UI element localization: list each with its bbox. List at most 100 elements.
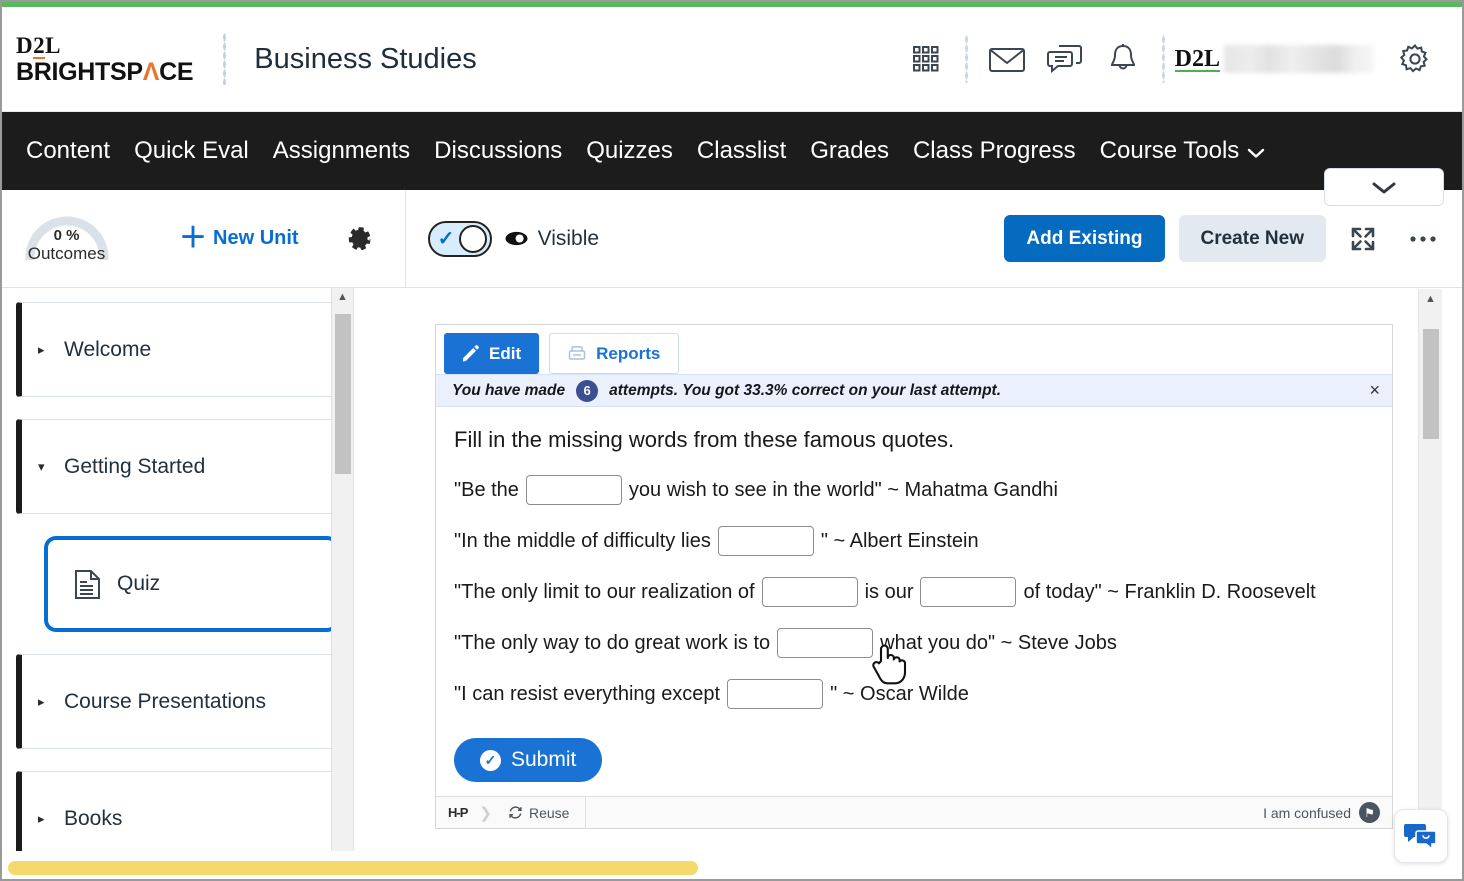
tab-edit[interactable]: Edit — [444, 333, 539, 374]
visibility-toggle[interactable]: ✓ — [428, 221, 492, 257]
collapse-panel-button[interactable] — [1324, 168, 1444, 206]
brightspace-page: D2L BRIGHTSPΛCE Business Studies — [0, 0, 1464, 881]
blank-input-5[interactable] — [727, 679, 823, 709]
blank-input-2[interactable] — [718, 526, 814, 556]
chevron-down-icon — [1371, 180, 1397, 195]
nav-label: Grades — [810, 137, 889, 165]
tab-reports[interactable]: Reports — [549, 333, 679, 374]
nav-label: Discussions — [434, 137, 562, 165]
sidebar-unit-getting-started[interactable]: ▾ Getting Started — [16, 419, 337, 514]
mail-icon[interactable] — [978, 30, 1036, 88]
header-dot-divider-2 — [1162, 35, 1165, 83]
footer-separator — [585, 797, 586, 829]
nav-item-grades[interactable]: Grades — [798, 131, 901, 171]
question-text-pre: "The only way to do great work is to — [454, 632, 770, 655]
scroll-up-arrow-icon[interactable]: ▲ — [332, 288, 353, 306]
content-toolbar: 0 % Outcomes ＋ New Unit ✓ — [2, 190, 1462, 288]
nav-item-content[interactable]: Content — [14, 131, 122, 171]
question-text-post: " ~ Albert Einstein — [821, 530, 979, 553]
nav-item-quizzes[interactable]: Quizzes — [574, 131, 685, 171]
topic-label: Quiz — [117, 572, 160, 596]
content-settings-gear-icon[interactable] — [345, 225, 372, 252]
outcomes-label: Outcomes — [28, 244, 105, 264]
main-content-area: Edit Reports You have made 6 attempts. Y… — [379, 289, 1418, 851]
bell-icon[interactable] — [1094, 30, 1152, 88]
nav-label: Class Progress — [913, 137, 1076, 165]
question-text-pre: "Be the — [454, 479, 519, 502]
nav-label: Content — [26, 137, 110, 165]
flag-icon: ⚑ — [1359, 802, 1380, 823]
main-scrollbar[interactable]: ▲ — [1418, 289, 1442, 851]
reuse-label: Reuse — [529, 805, 569, 821]
nav-item-classlist[interactable]: Classlist — [685, 131, 798, 171]
chevron-right-icon[interactable]: ▸ — [38, 694, 64, 710]
report-icon — [568, 345, 586, 362]
scroll-up-arrow-icon[interactable]: ▲ — [1419, 289, 1442, 309]
reuse-button[interactable]: Reuse — [492, 805, 585, 821]
main-scroll-thumb[interactable] — [1423, 329, 1439, 439]
question-text-pre: "The only limit to our realization of — [454, 581, 755, 604]
nav-item-discussions[interactable]: Discussions — [422, 131, 574, 171]
close-icon[interactable]: × — [1369, 380, 1380, 401]
eye-icon — [504, 230, 529, 247]
toggle-knob — [459, 225, 487, 253]
i-am-confused-button[interactable]: I am confused ⚑ — [1251, 802, 1392, 823]
outcomes-percent: 0 % — [54, 227, 80, 244]
nav-label: Classlist — [697, 137, 786, 165]
gear-icon[interactable] — [1386, 30, 1444, 88]
user-name-blurred[interactable] — [1224, 45, 1374, 73]
add-existing-button[interactable]: Add Existing — [1004, 215, 1164, 262]
chevron-right-icon[interactable]: ▸ — [38, 811, 64, 827]
unit-label: Course Presentations — [64, 690, 266, 714]
chevron-down-icon — [1247, 147, 1265, 159]
horizontal-scrollbar[interactable] — [2, 853, 1462, 879]
new-unit-label: New Unit — [213, 227, 299, 250]
nav-item-class-progress[interactable]: Class Progress — [901, 131, 1088, 171]
toolbar-divider — [405, 190, 406, 288]
nav-item-assignments[interactable]: Assignments — [261, 131, 422, 171]
page-header: D2L BRIGHTSPΛCE Business Studies — [2, 7, 1462, 112]
horizontal-scroll-thumb[interactable] — [8, 861, 698, 875]
chevron-right-icon[interactable]: ▸ — [38, 342, 64, 358]
unit-tree: ▸ Welcome ▾ Getting Started Quiz ▸ Cours… — [2, 288, 353, 851]
waffle-grid-icon[interactable] — [897, 30, 955, 88]
brightspace-logo[interactable]: D2L BRIGHTSPΛCE — [2, 34, 193, 85]
nav-item-course-tools[interactable]: Course Tools — [1088, 131, 1278, 171]
header-actions: D2L — [897, 30, 1462, 88]
visible-label-group: Visible — [504, 227, 599, 251]
visible-label: Visible — [538, 227, 599, 251]
brightspace-wordmark: BRIGHTSPΛCE — [16, 60, 193, 85]
tab-label: Reports — [596, 344, 660, 364]
sidebar-scroll-thumb[interactable] — [335, 314, 351, 474]
submit-button[interactable]: ✓ Submit — [454, 738, 602, 782]
sidebar-unit-course-presentations[interactable]: ▸ Course Presentations — [16, 654, 337, 749]
chat-icon[interactable] — [1036, 30, 1094, 88]
nav-label: Quick Eval — [134, 137, 249, 165]
chevron-down-icon[interactable]: ▾ — [38, 459, 64, 475]
quiz-question-1: "Be the you wish to see in the world" ~ … — [454, 475, 1374, 505]
quiz-body: Fill in the missing words from these fam… — [436, 407, 1392, 796]
sidebar-topic-quiz[interactable]: Quiz — [44, 536, 339, 632]
create-new-button[interactable]: Create New — [1179, 215, 1327, 262]
outcomes-gauge[interactable]: 0 % Outcomes — [10, 214, 123, 264]
blank-input-4[interactable] — [777, 628, 873, 658]
h5p-tab-bar: Edit Reports — [436, 325, 1392, 374]
blank-input-3b[interactable] — [920, 577, 1016, 607]
chat-support-button[interactable] — [1394, 809, 1448, 863]
nav-item-quick-eval[interactable]: Quick Eval — [122, 131, 261, 171]
sidebar-scrollbar[interactable]: ▲ — [331, 288, 353, 851]
expand-arrows-icon[interactable] — [1340, 216, 1386, 262]
more-options-icon[interactable] — [1400, 216, 1446, 262]
sidebar-unit-books[interactable]: ▸ Books — [16, 771, 337, 851]
tab-label: Edit — [489, 344, 521, 364]
unit-label: Getting Started — [64, 455, 205, 479]
new-unit-button[interactable]: ＋ New Unit — [179, 225, 299, 253]
notice-prefix: You have made — [452, 382, 565, 400]
sidebar-unit-welcome[interactable]: ▸ Welcome — [16, 302, 337, 397]
blank-input-1[interactable] — [526, 475, 622, 505]
blank-input-3a[interactable] — [762, 577, 858, 607]
toolbar-buttons: Add Existing Create New — [1004, 215, 1462, 262]
question-text-post: " ~ Oscar Wilde — [830, 683, 969, 706]
refresh-icon — [508, 805, 523, 820]
attempt-count-badge: 6 — [576, 380, 598, 402]
